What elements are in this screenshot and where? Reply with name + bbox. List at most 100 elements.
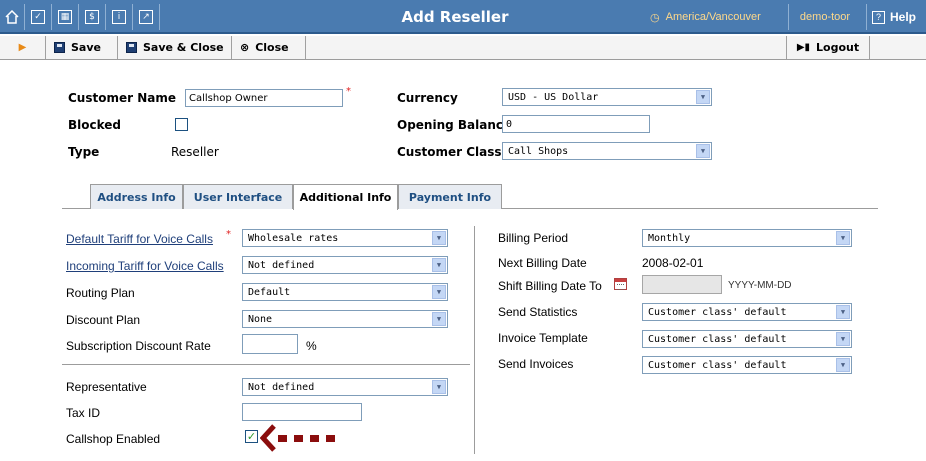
chevron-down-icon: ▼ xyxy=(432,380,446,394)
save-label: Save xyxy=(71,41,101,54)
percent-sign: % xyxy=(306,339,317,353)
tab-user-interface[interactable]: User Interface xyxy=(183,184,293,209)
tab-address-info[interactable]: Address Info xyxy=(90,184,183,209)
callshop-enabled-checkbox[interactable]: ✓ xyxy=(245,430,258,443)
shift-billing-date-input[interactable] xyxy=(642,275,722,294)
customer-name-label: Customer Name xyxy=(68,91,176,105)
subscription-discount-label: Subscription Discount Rate xyxy=(66,339,211,353)
customer-class-select[interactable]: Call Shops ▼ xyxy=(502,142,712,160)
currency-select[interactable]: USD - US Dollar ▼ xyxy=(502,88,712,106)
chevron-down-icon: ▼ xyxy=(432,258,446,272)
subscription-discount-input[interactable] xyxy=(242,334,298,354)
currency-label: Currency xyxy=(397,91,458,105)
close-label: Close xyxy=(255,41,289,54)
discount-plan-select[interactable]: None ▼ xyxy=(242,310,448,328)
chevron-down-icon: ▼ xyxy=(836,358,850,372)
routing-plan-label: Routing Plan xyxy=(66,286,135,300)
home-icon[interactable] xyxy=(0,0,24,34)
invoice-template-select[interactable]: Customer class' default ▼ xyxy=(642,330,852,348)
blocked-checkbox[interactable] xyxy=(175,118,188,131)
discount-plan-value: None xyxy=(248,313,273,325)
page-title: Add Reseller xyxy=(401,8,509,26)
grid-icon[interactable]: ▦ xyxy=(52,0,78,34)
logout-label: Logout xyxy=(816,41,860,54)
representative-select[interactable]: Not defined ▼ xyxy=(242,378,448,396)
billing-period-select[interactable]: Monthly ▼ xyxy=(642,229,852,247)
logout-button[interactable]: ▶▮ Logout xyxy=(786,36,870,59)
incoming-tariff-link[interactable]: Incoming Tariff for Voice Calls xyxy=(66,259,224,273)
calendar-icon[interactable] xyxy=(614,278,627,290)
required-mark: * xyxy=(346,86,351,97)
default-tariff-value: Wholesale rates xyxy=(248,232,339,244)
shift-billing-date-label: Shift Billing Date To xyxy=(498,279,602,293)
logout-icon: ▶▮ xyxy=(796,42,811,53)
send-statistics-label: Send Statistics xyxy=(498,305,578,319)
save-icon xyxy=(54,42,65,53)
billing-period-label: Billing Period xyxy=(498,231,569,245)
discount-plan-label: Discount Plan xyxy=(66,313,141,327)
annotation-arrow-icon xyxy=(260,424,335,452)
save-close-label: Save & Close xyxy=(143,41,224,54)
representative-value: Not defined xyxy=(248,381,315,393)
invoice-template-value: Customer class' default xyxy=(648,333,787,345)
dollar-icon[interactable]: $ xyxy=(79,0,105,34)
chart-icon[interactable]: ↗ xyxy=(133,0,159,34)
required-mark: * xyxy=(226,229,231,240)
toolbar: ▶ Save Save & Close ⊗ Close ▶▮ Logout xyxy=(0,36,926,60)
timezone-link[interactable]: ◷ America/Vancouver xyxy=(650,0,761,34)
title-bar: ✓ ▦ $ i ↗ Add Reseller ◷ America/Vancouv… xyxy=(0,0,926,34)
representative-label: Representative xyxy=(66,380,147,394)
close-icon: ⊗ xyxy=(240,41,250,54)
save-close-button[interactable]: Save & Close xyxy=(118,36,232,59)
tax-id-input[interactable] xyxy=(242,403,362,421)
default-tariff-select[interactable]: Wholesale rates ▼ xyxy=(242,229,448,247)
send-invoices-label: Send Invoices xyxy=(498,357,574,371)
incoming-tariff-value: Not defined xyxy=(248,259,315,271)
info-icon[interactable]: i xyxy=(106,0,132,34)
chevron-down-icon: ▼ xyxy=(696,144,710,158)
chevron-down-icon: ▼ xyxy=(432,312,446,326)
clock-icon: ◷ xyxy=(650,11,660,24)
incoming-tariff-select[interactable]: Not defined ▼ xyxy=(242,256,448,274)
next-billing-date-value: 2008-02-01 xyxy=(642,256,704,270)
save-close-icon xyxy=(126,42,137,53)
toolbar-arrow-icon: ▶ xyxy=(0,36,46,59)
callshop-enabled-label: Callshop Enabled xyxy=(66,432,161,446)
chevron-down-icon: ▼ xyxy=(432,285,446,299)
next-billing-date-label: Next Billing Date xyxy=(498,256,587,270)
user-link[interactable]: demo-toor xyxy=(790,0,860,34)
send-statistics-value: Customer class' default xyxy=(648,306,787,318)
tab-payment-info[interactable]: Payment Info xyxy=(398,184,502,209)
send-invoices-value: Customer class' default xyxy=(648,359,787,371)
customer-class-label: Customer Class xyxy=(397,145,502,159)
chevron-down-icon: ▼ xyxy=(836,231,850,245)
checkbox-icon[interactable]: ✓ xyxy=(25,0,51,34)
routing-plan-value: Default xyxy=(248,286,291,298)
default-tariff-link[interactable]: Default Tariff for Voice Calls xyxy=(66,232,213,246)
invoice-template-label: Invoice Template xyxy=(498,331,588,345)
timezone-label: America/Vancouver xyxy=(665,11,761,23)
chevron-down-icon: ▼ xyxy=(836,305,850,319)
tax-id-label: Tax ID xyxy=(66,406,101,420)
help-label: Help xyxy=(890,10,917,24)
currency-value: USD - US Dollar xyxy=(508,91,599,103)
send-statistics-select[interactable]: Customer class' default ▼ xyxy=(642,303,852,321)
routing-plan-select[interactable]: Default ▼ xyxy=(242,283,448,301)
chevron-down-icon: ▼ xyxy=(836,332,850,346)
customer-name-input[interactable]: Callshop Owner xyxy=(185,89,343,107)
tab-additional-info[interactable]: Additional Info xyxy=(293,184,398,210)
help-link[interactable]: ? Help xyxy=(872,0,916,34)
type-label: Type xyxy=(68,145,100,159)
close-button[interactable]: ⊗ Close xyxy=(232,36,306,59)
type-value: Reseller xyxy=(171,145,219,159)
opening-balance-label: Opening Balance xyxy=(397,118,512,132)
date-format-hint: YYYY-MM-DD xyxy=(728,280,792,291)
opening-balance-input[interactable]: 0 xyxy=(502,115,650,133)
blocked-label: Blocked xyxy=(68,118,122,132)
help-icon: ? xyxy=(872,10,885,24)
send-invoices-select[interactable]: Customer class' default ▼ xyxy=(642,356,852,374)
section-divider xyxy=(62,364,470,365)
column-divider xyxy=(474,226,475,454)
chevron-down-icon: ▼ xyxy=(432,231,446,245)
save-button[interactable]: Save xyxy=(46,36,118,59)
